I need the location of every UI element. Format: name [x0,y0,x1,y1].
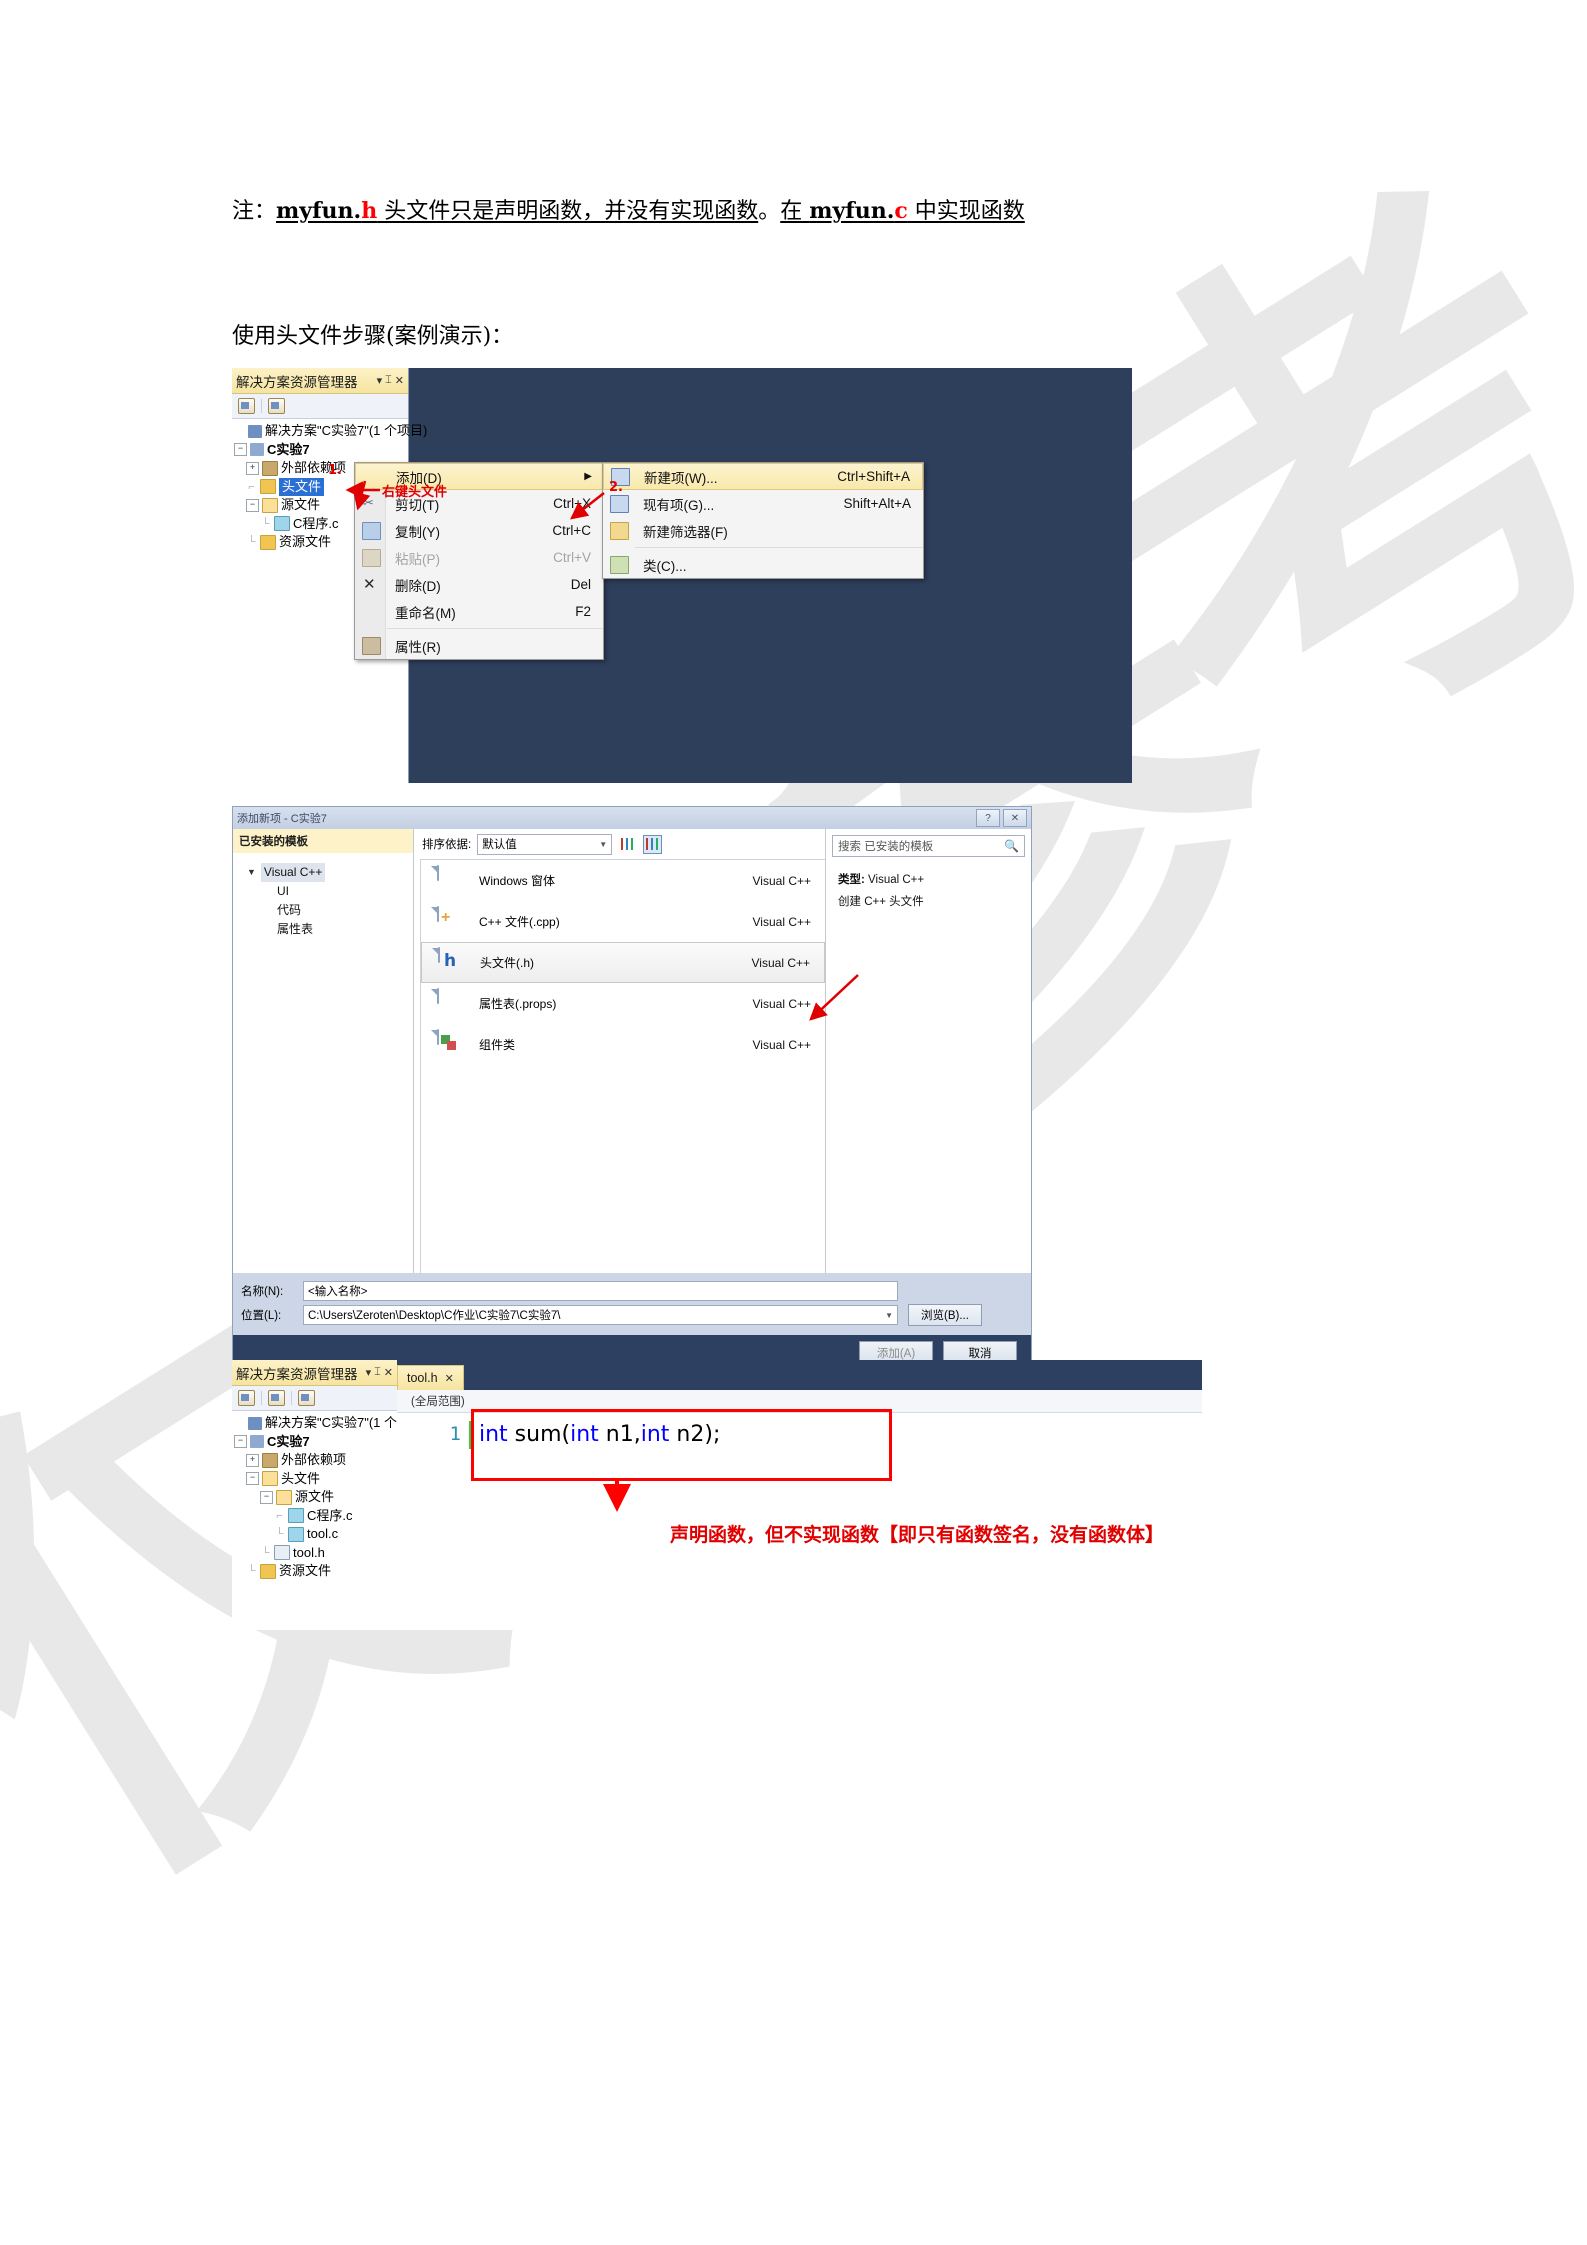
note-h-ext: h [361,198,378,224]
note-myfun-h: myfun. [276,198,362,224]
note-c-ext: c [894,198,908,224]
annotation-declaration-note: 声明函数，但不实现函数【即只有函数签名，没有函数体】 [670,1524,1165,1546]
step-heading: 使用头文件步骤(案例演示)： [232,324,514,349]
annotation-step-2: 2. [609,480,623,495]
annotation-step-1: 1. [328,463,342,478]
note-paragraph: 注：myfun.h 头文件只是声明函数，并没有实现函数。在 myfun.c 中实… [232,195,1412,228]
annotation-right-click-label: 右键头文件 [382,485,448,500]
screenshot-add-new-item-dialog: 添加新项 - C实验7 ? ✕ 已安装的模板 ▼ Visual C++ UI 代… [232,806,1032,1366]
annotation-arrows-shot1 [345,480,605,520]
screenshot-editor: 解决方案资源管理器 ▾ ⌶ ✕ 解决方案"C实验7"(1 个项目) − C实验7… [232,1360,1202,1630]
note-myfun-c: myfun. [809,198,895,224]
annotation-arrow-shot2 [809,974,859,1021]
document-page: 仅 供 参 考 注：myfun.h 头文件只是声明函数，并没有实现函数。在 my… [0,0,1587,2245]
note-seg1-rest: 头文件只是声明函数，并没有实现函数 [377,199,759,224]
annotation-arrow-shot3 [603,1480,631,1512]
note-prefix: 注： [232,199,277,224]
screenshot-context-menu: 解决方案资源管理器 ▾ ⌶ ✕ 解决方案"C实验7"(1 个项目) − C实验7… [232,368,1132,783]
note-seg2-rest: 中实现函数 [907,199,1025,224]
note-seg2-lead: 在 [780,199,810,224]
note-middle: 。 [758,199,781,224]
